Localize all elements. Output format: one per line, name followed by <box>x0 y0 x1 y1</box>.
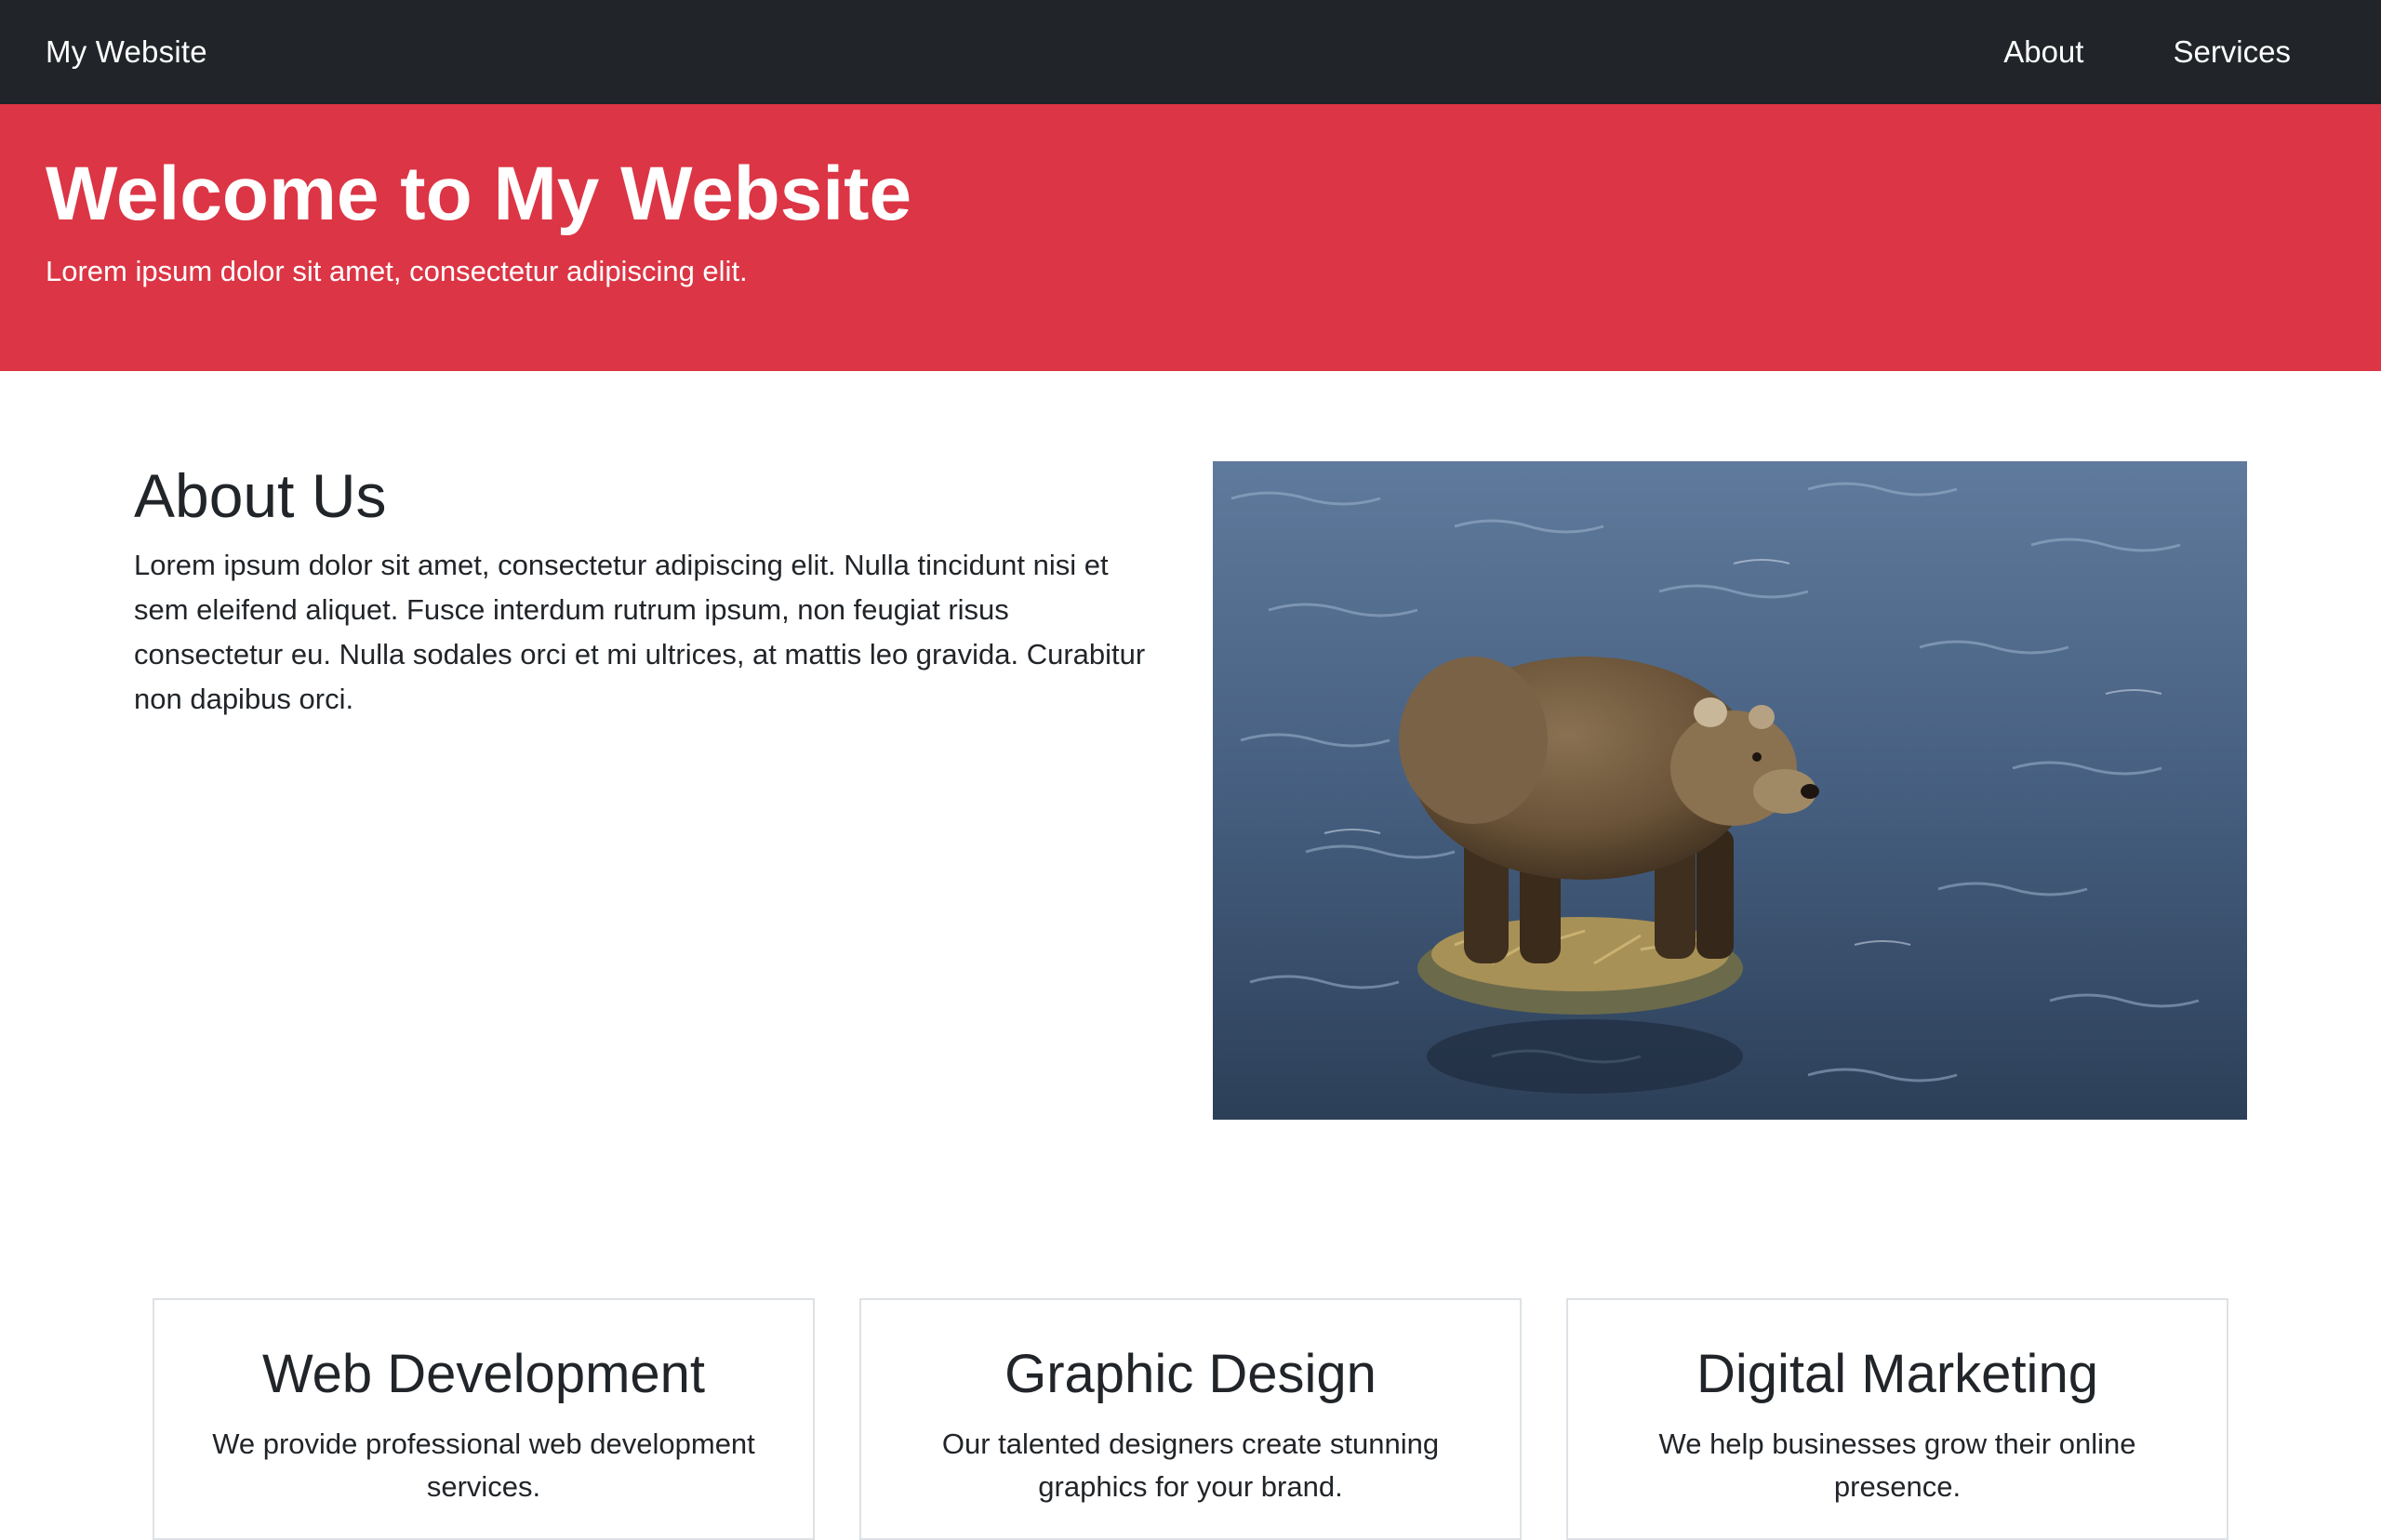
service-card-web-development: Web Development We provide professional … <box>153 1298 815 1540</box>
about-body: Lorem ipsum dolor sit amet, consectetur … <box>134 548 1146 715</box>
service-card-digital-marketing: Digital Marketing We help businesses gro… <box>1566 1298 2228 1540</box>
about-section: About Us Lorem ipsum dolor sit amet, con… <box>134 461 1157 722</box>
service-card-graphic-design: Graphic Design Our talented designers cr… <box>859 1298 1522 1540</box>
nav-link-services[interactable]: Services <box>2173 34 2291 70</box>
service-title: Web Development <box>261 1344 706 1404</box>
hero-subtitle: Lorem ipsum dolor sit amet, consectetur … <box>46 255 748 288</box>
service-title: Digital Marketing <box>1696 1344 2098 1404</box>
bear-photo <box>1213 461 2247 1120</box>
about-heading: About Us <box>134 461 387 530</box>
service-description: We provide professional web development … <box>212 1427 755 1503</box>
hero-banner: Welcome to My Website Lorem ipsum dolor … <box>0 104 2381 371</box>
service-description: Our talented designers create stunning g… <box>941 1427 1440 1503</box>
service-description: We help businesses grow their online pre… <box>1658 1427 2136 1503</box>
nav-links: About Services <box>2003 34 2291 70</box>
hero-title: Welcome to My Website <box>46 152 912 236</box>
top-navbar: My Website About Services <box>0 0 2381 104</box>
brand-link[interactable]: My Website <box>46 34 207 70</box>
nav-link-about[interactable]: About <box>2003 34 2083 70</box>
service-title: Graphic Design <box>1004 1344 1377 1404</box>
